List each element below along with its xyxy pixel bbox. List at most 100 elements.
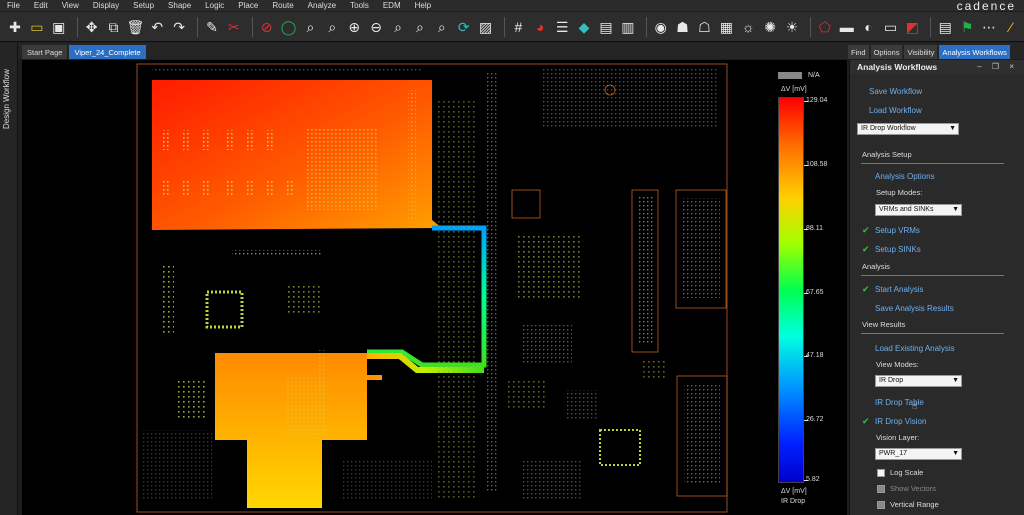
report-icon[interactable]: ▤ [936,17,954,36]
save-workflow-link[interactable]: Save Workflow [869,87,922,96]
load-existing-analysis-link[interactable]: Load Existing Analysis [875,344,955,353]
menu-place[interactable]: Place [231,0,265,11]
edit-shape-icon[interactable]: ◐ [860,17,878,36]
menu-route[interactable]: Route [265,0,300,11]
open-folder-icon[interactable]: ▭ [28,17,46,36]
setup-sinks-link[interactable]: Setup SINKs [875,245,921,254]
zoom-previous-icon[interactable]: ⌕ [411,17,429,36]
shape-icon[interactable]: ⬠ [816,17,834,36]
colorbar-tick-label: 108.58 [806,161,828,168]
move-icon[interactable]: ✥ [83,17,101,36]
setup-modes-select[interactable]: VRMs and SINKs ▼ [875,204,962,216]
colorbar-header: ΔV [mV] [781,86,807,93]
dehighlight-icon[interactable]: ☖ [696,17,714,36]
tab-viper-design[interactable]: Viper_24_Complete [69,45,146,59]
document-tabs: Start Page Viper_24_Complete [18,43,848,59]
workflow-select-value: IR Drop Workflow [861,125,916,132]
zoom-world-icon[interactable]: ⌕ [389,17,407,36]
eye-icon[interactable]: ◉ [652,17,670,36]
view-modes-label: View Modes: [876,360,919,369]
redraw-icon[interactable]: ⟳ [455,17,473,36]
menu-help[interactable]: Help [408,0,438,11]
highlight-icon[interactable]: ☗ [674,17,692,36]
design-canvas[interactable] [22,60,847,515]
zoom-points-icon[interactable]: ⌕ [323,17,341,36]
ir-drop-vision-link[interactable]: IR Drop Vision [875,417,926,426]
workflow-select[interactable]: IR Drop Workflow ▼ [857,123,959,135]
tab-find[interactable]: Find [848,45,869,59]
menu-analyze[interactable]: Analyze [301,0,343,11]
setup-modes-value: VRMs and SINKs [879,206,934,213]
na-label: N/A [808,72,820,79]
delete-icon[interactable]: 🗑 [126,17,144,36]
check-icon: ✔ [862,244,870,254]
menu-edit[interactable]: Edit [27,0,55,11]
chevron-down-icon: ▼ [952,206,959,213]
log-scale-checkbox[interactable] [877,469,885,477]
flow-icon[interactable]: ⚑ [958,17,976,36]
menu-edm[interactable]: EDM [376,0,408,11]
menu-file[interactable]: File [0,0,27,11]
copy-icon[interactable]: ⧉ [105,17,123,36]
merge-icon[interactable]: ◩ [903,17,921,36]
tab-analysis-workflows[interactable]: Analysis Workflows [939,45,1010,59]
menu-view[interactable]: View [55,0,86,11]
tab-start-page[interactable]: Start Page [22,45,68,59]
3d-view-icon[interactable]: ▨ [477,17,495,36]
colorbar-footer-label: IR Drop [781,498,806,505]
design-workflow-tab[interactable]: Design Workflow [2,49,11,129]
run-icon[interactable]: ◯ [280,17,298,36]
view-modes-select[interactable]: IR Drop ▼ [875,375,962,387]
stack-icon[interactable]: ◆ [575,17,593,36]
unpin-icon[interactable]: ✂ [225,17,243,36]
stop-icon[interactable]: ⊘ [258,17,276,36]
layers-icon[interactable]: ☰ [553,17,571,36]
add-shape-icon[interactable]: ▬ [838,17,856,36]
zoom-in-icon[interactable]: ⊕ [345,17,363,36]
save-icon[interactable]: ▣ [50,17,68,36]
menu-tools[interactable]: Tools [343,0,376,11]
menu-display[interactable]: Display [86,0,126,11]
left-panel-strip: Design Workflow [0,43,18,515]
setup-vrms-link[interactable]: Setup VRMs [875,226,920,235]
chevron-down-icon: ▼ [952,377,959,384]
options-icon[interactable]: ⋯ [980,17,998,36]
start-analysis-link[interactable]: Start Analysis [875,285,923,294]
ir-drop-colorbar [778,97,804,483]
color-icon[interactable]: ◕ [531,17,549,36]
wand-icon[interactable]: ⁄ [1002,17,1020,36]
brightness-icon[interactable]: ✺ [761,17,779,36]
void-icon[interactable]: ▭ [882,17,900,36]
light-icon[interactable]: ☀ [783,17,801,36]
visibility-icon[interactable]: ▥ [619,17,637,36]
zoom-center-icon[interactable]: ⌕ [433,17,451,36]
temp-highlight-icon[interactable]: ☼ [739,17,757,36]
undo-icon[interactable]: ↶ [148,17,166,36]
shade-icon[interactable]: ▦ [717,17,735,36]
toolbar-separator [197,16,198,37]
pin-icon[interactable]: ✎ [203,17,221,36]
save-analysis-results-link[interactable]: Save Analysis Results [875,304,954,313]
load-workflow-link[interactable]: Load Workflow [869,106,922,115]
view-modes-value: IR Drop [879,377,904,384]
vision-layer-value: PWR_17 [879,450,908,457]
new-file-icon[interactable]: ✚ [6,17,24,36]
colorbar-tick-label: 26.72 [806,416,824,423]
tab-visibility[interactable]: Visibility [904,45,938,59]
menu-shape[interactable]: Shape [161,0,198,11]
tab-options[interactable]: Options [870,45,903,59]
vertical-range-checkbox[interactable] [877,501,885,509]
shadow-icon[interactable]: ▤ [597,17,615,36]
panel-window-controls[interactable]: – ❐ × [977,60,1018,74]
menu-logic[interactable]: Logic [198,0,231,11]
redo-icon[interactable]: ↷ [170,17,188,36]
main-toolbar: ✚ ▭ ▣ ✥ ⧉ 🗑 ↶ ↷ ✎ ✂ ⊘ ◯ ⌕ ⌕ ⊕ ⊖ ⌕ ⌕ ⌕ ⟳ … [0,12,1024,42]
zoom-fit-icon[interactable]: ⌕ [302,17,320,36]
menu-setup[interactable]: Setup [126,0,161,11]
log-scale-label: Log Scale [890,468,924,477]
analysis-options-link[interactable]: Analysis Options [875,172,935,181]
vision-layer-select[interactable]: PWR_17 ▼ [875,448,962,460]
grid-icon[interactable]: # [509,17,527,36]
show-vectors-checkbox[interactable] [877,485,885,493]
zoom-out-icon[interactable]: ⊖ [367,17,385,36]
